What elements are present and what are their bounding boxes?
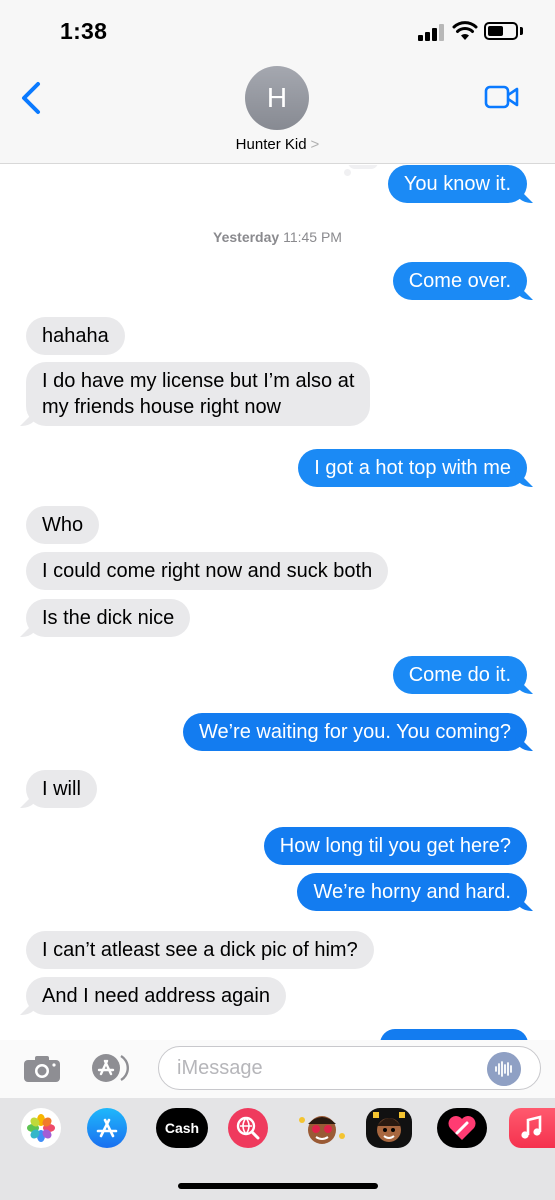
contact-avatar[interactable]: H bbox=[245, 66, 309, 130]
memoji-stickers-icon[interactable] bbox=[296, 1108, 348, 1148]
message-bubble-incoming[interactable]: Who bbox=[26, 506, 100, 544]
camera-button[interactable] bbox=[22, 1054, 62, 1084]
battery-cap bbox=[520, 27, 523, 35]
message-thread[interactable]: You know it. Yesterday 11:45 PM Come ove… bbox=[0, 165, 555, 1040]
compose-bar: iMessage bbox=[0, 1040, 555, 1098]
contact-name-label: Hunter Kid bbox=[235, 136, 307, 153]
cellular-signal-icon bbox=[418, 23, 444, 41]
apple-cash-icon[interactable]: Cash bbox=[156, 1108, 208, 1148]
message-bubble-outgoing[interactable]: We’re waiting for you. You coming? bbox=[182, 713, 527, 751]
message-line: my friends house right now bbox=[42, 396, 282, 418]
message-bubble-outgoing[interactable]: How long til you get here? bbox=[263, 827, 527, 865]
cash-label: Cash bbox=[164, 1120, 200, 1136]
message-bubble-incoming[interactable]: I will bbox=[26, 770, 97, 808]
message-bubble-outgoing[interactable]: Come over. bbox=[392, 262, 527, 300]
imessage-placeholder: iMessage bbox=[177, 1057, 263, 1079]
web-images-search-icon[interactable] bbox=[228, 1108, 268, 1148]
facetime-video-button[interactable] bbox=[484, 84, 520, 110]
message-bubble-incoming[interactable]: Is the dick nice bbox=[26, 599, 191, 637]
message-bubble-outgoing[interactable]: I got a hot top with me bbox=[298, 449, 527, 487]
avatar-initial: H bbox=[266, 82, 288, 113]
battery-icon bbox=[484, 22, 518, 40]
message-bubble-outgoing[interactable]: You know it. bbox=[387, 165, 527, 203]
message-bubble-incoming[interactable]: I can’t atleast see a dick pic of him? bbox=[26, 931, 374, 969]
message-bubble-outgoing[interactable]: We’re horny and hard. bbox=[297, 873, 527, 911]
timestamp-time: 11:45 PM bbox=[283, 229, 342, 245]
message-bubble-outgoing[interactable]: Come do it. bbox=[392, 656, 527, 694]
music-app-icon[interactable] bbox=[509, 1108, 555, 1148]
message-bubble-outgoing-partial[interactable] bbox=[380, 1029, 528, 1040]
conversation-header: H Hunter Kid > bbox=[0, 60, 555, 164]
timestamp: Yesterday 11:45 PM bbox=[0, 229, 555, 245]
wifi-icon bbox=[452, 21, 478, 40]
audio-message-button[interactable] bbox=[487, 1052, 521, 1086]
message-line: I do have my license but I’m also at bbox=[42, 370, 355, 392]
status-time: 1:38 bbox=[60, 18, 108, 44]
photos-app-icon[interactable] bbox=[21, 1108, 61, 1148]
contact-name[interactable]: Hunter Kid > bbox=[0, 136, 555, 153]
imessage-input[interactable]: iMessage bbox=[158, 1046, 541, 1090]
message-bubble-incoming[interactable]: hahaha bbox=[26, 317, 125, 355]
app-store-apps-button[interactable] bbox=[90, 1052, 130, 1084]
digital-touch-icon[interactable] bbox=[437, 1108, 487, 1148]
timestamp-day: Yesterday bbox=[213, 229, 280, 245]
memoji-icon[interactable] bbox=[366, 1108, 412, 1148]
home-indicator[interactable] bbox=[178, 1183, 378, 1189]
message-bubble-incoming[interactable]: And I need address again bbox=[26, 977, 286, 1015]
message-bubble-incoming[interactable]: I do have my license but I’m also at my … bbox=[26, 362, 371, 426]
status-bar: 1:38 bbox=[0, 0, 555, 60]
message-bubble-incoming[interactable]: I could come right now and suck both bbox=[26, 552, 389, 590]
chevron-right-icon: > bbox=[310, 136, 320, 153]
typing-indicator-remnant bbox=[344, 165, 384, 179]
back-button[interactable] bbox=[14, 78, 50, 118]
app-store-icon[interactable] bbox=[87, 1108, 127, 1148]
